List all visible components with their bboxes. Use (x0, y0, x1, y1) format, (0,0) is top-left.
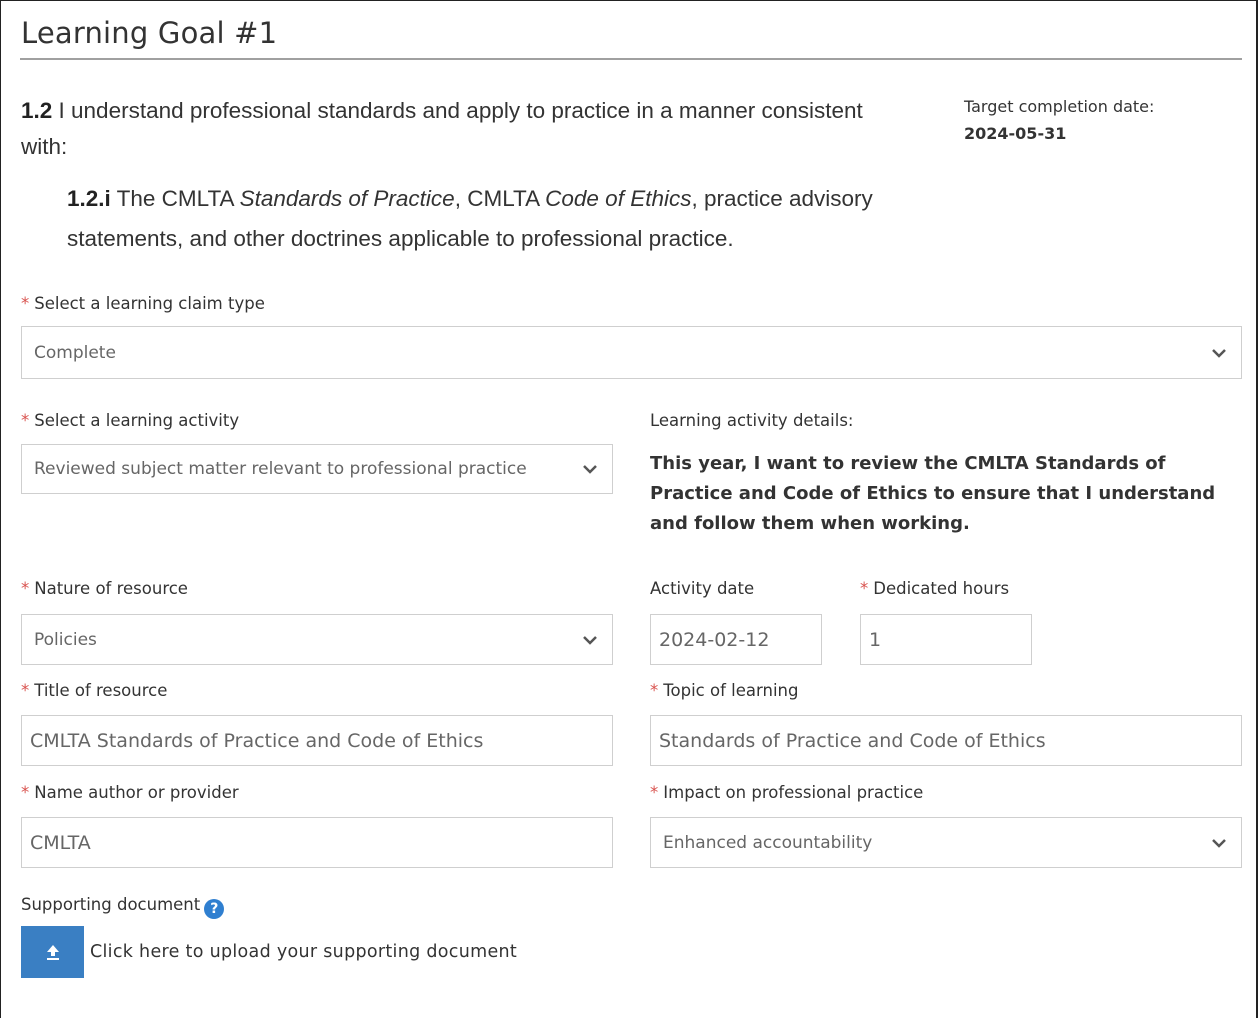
chevron-down-icon (583, 635, 597, 645)
nature-label-text: Nature of resource (34, 579, 188, 598)
topic-label-text: Topic of learning (663, 681, 799, 700)
target-completion: Target completion date: 2024-05-31 (964, 93, 1154, 147)
topic-label: * Topic of learning (650, 681, 798, 700)
impact-value: Enhanced accountability (663, 832, 873, 853)
impact-label: * Impact on professional practice (650, 783, 923, 802)
author-value: CMLTA (30, 831, 91, 854)
topic-input[interactable]: Standards of Practice and Code of Ethics (650, 715, 1242, 766)
hours-input[interactable]: 1 (860, 614, 1032, 665)
required-marker: * (650, 681, 659, 700)
chevron-down-icon (1212, 348, 1226, 358)
nature-label: * Nature of resource (21, 579, 188, 598)
author-label: * Name author or provider (21, 783, 239, 802)
hours-label-text: Dedicated hours (873, 579, 1010, 598)
question-circle-icon[interactable]: ? (204, 899, 225, 919)
activity-label: * Select a learning activity (21, 411, 239, 430)
sub-standard-number: 1.2.i (67, 186, 111, 211)
nature-select[interactable]: Policies (21, 614, 613, 665)
claim-type-select[interactable]: Complete (21, 326, 1242, 379)
claim-type-label-text: Select a learning claim type (34, 294, 265, 313)
sub-standard-italic: Standards of Practice (239, 186, 455, 211)
claim-type-label: * Select a learning claim type (21, 294, 265, 313)
standard-statement: 1.2 I understand professional standards … (21, 93, 901, 165)
title-resource-input[interactable]: CMLTA Standards of Practice and Code of … (21, 715, 613, 766)
details-text: This year, I want to review the CMLTA St… (650, 453, 1216, 534)
upload-button[interactable] (21, 926, 84, 978)
impact-select[interactable]: Enhanced accountability (650, 817, 1242, 868)
required-marker: * (21, 579, 30, 598)
standard-text: I understand professional standards and … (21, 98, 863, 159)
required-marker: * (21, 294, 30, 313)
activity-label-text: Select a learning activity (34, 411, 240, 430)
required-marker: * (650, 783, 659, 802)
required-marker: * (21, 783, 30, 802)
activity-date-value: 2024-02-12 (659, 628, 770, 651)
activity-date-input[interactable]: 2024-02-12 (650, 614, 822, 665)
author-input[interactable]: CMLTA (21, 817, 613, 868)
required-marker: * (860, 579, 869, 598)
title-resource-value: CMLTA Standards of Practice and Code of … (30, 729, 484, 752)
topic-value: Standards of Practice and Code of Ethics (659, 729, 1046, 752)
activity-select[interactable]: Reviewed subject matter relevant to prof… (21, 444, 613, 494)
hours-label: * Dedicated hours (860, 579, 1009, 598)
required-marker: * (21, 411, 30, 430)
title-divider (20, 58, 1242, 60)
supporting-document-label: Supporting document? (21, 895, 225, 919)
required-marker: * (21, 681, 30, 700)
standard-number: 1.2 (21, 98, 53, 123)
supporting-document-label-text: Supporting document (21, 895, 201, 914)
sub-standard-statement: 1.2.i The CMLTA Standards of Practice, C… (67, 179, 927, 259)
title-resource-label-text: Title of resource (34, 681, 168, 700)
sub-standard-text: , CMLTA (454, 186, 546, 211)
nature-value: Policies (34, 629, 97, 650)
target-completion-date: 2024-05-31 (964, 124, 1067, 143)
activity-date-label: Activity date (650, 579, 755, 598)
sub-standard-text: The CMLTA (110, 186, 240, 211)
upload-icon (46, 945, 59, 960)
impact-label-text: Impact on professional practice (663, 783, 924, 802)
author-label-text: Name author or provider (34, 783, 239, 802)
sub-standard-italic: Code of Ethics (545, 186, 692, 211)
upload-link[interactable]: Click here to upload your supporting doc… (90, 942, 517, 962)
chevron-down-icon (583, 465, 597, 474)
activity-value: Reviewed subject matter relevant to prof… (34, 459, 527, 479)
title-resource-label: * Title of resource (21, 681, 167, 700)
goal-title: Learning Goal #1 (21, 16, 278, 50)
details-label: Learning activity details: (650, 411, 854, 430)
chevron-down-icon (1212, 838, 1226, 848)
hours-value: 1 (869, 628, 882, 651)
target-completion-label: Target completion date: (964, 97, 1155, 116)
claim-type-value: Complete (34, 342, 116, 363)
